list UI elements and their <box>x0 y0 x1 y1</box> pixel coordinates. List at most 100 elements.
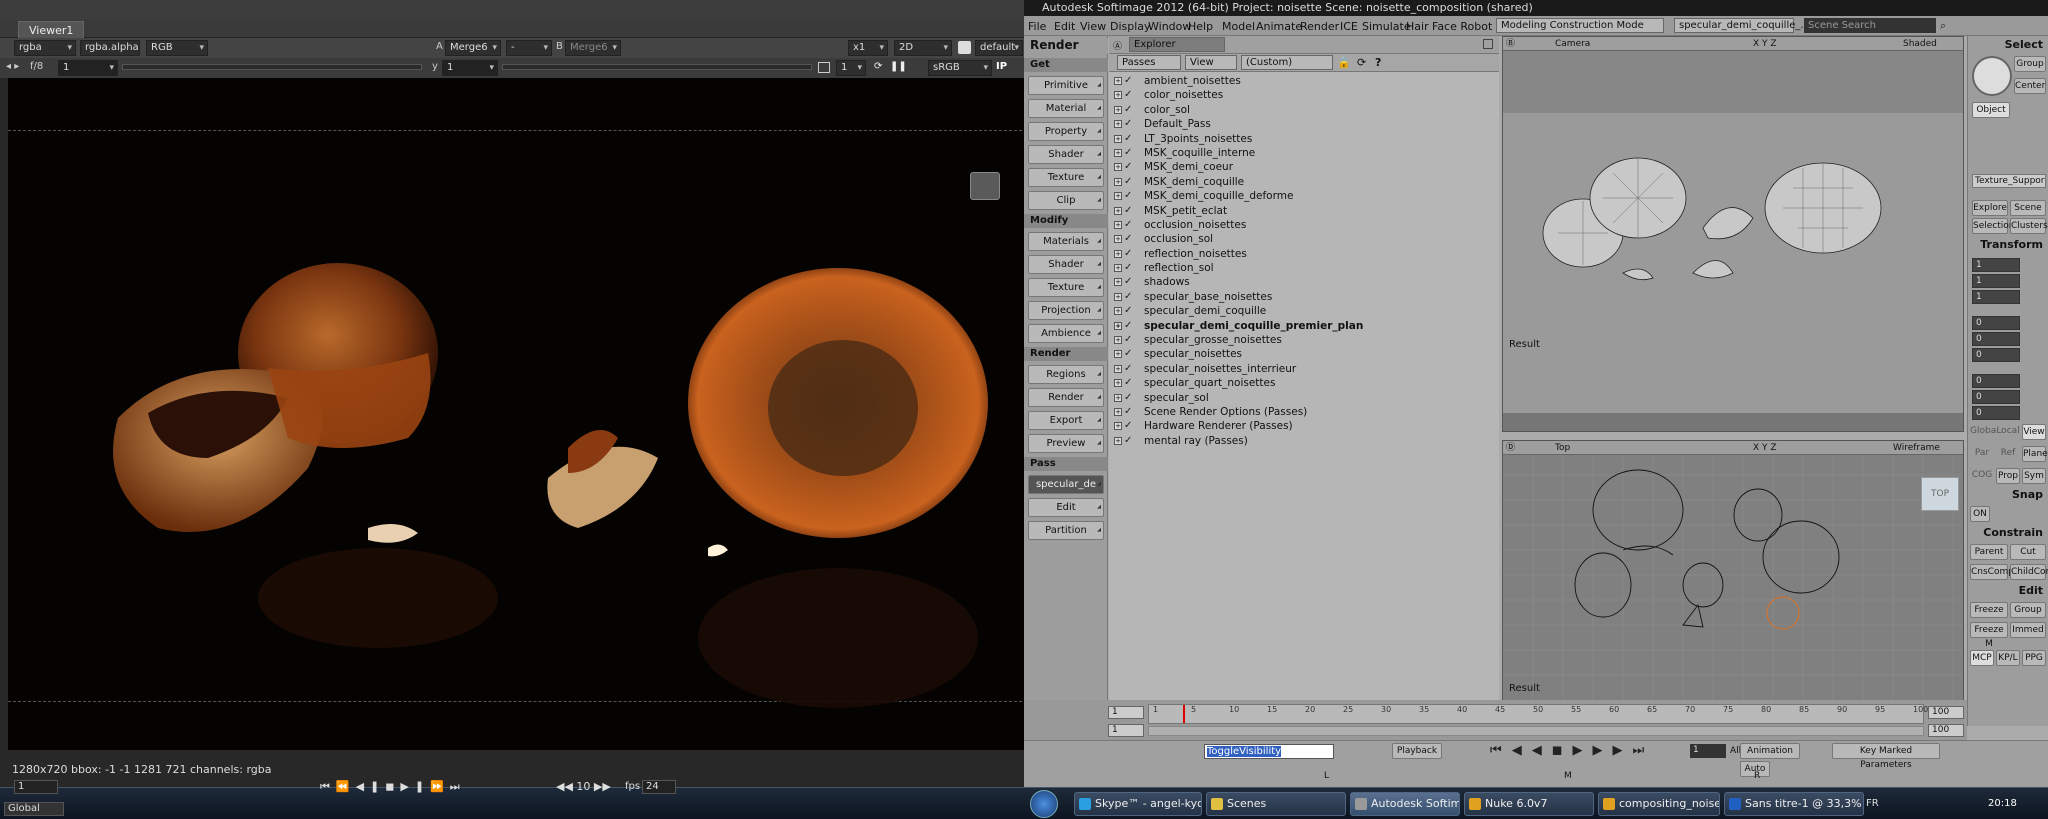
expand-icon[interactable]: + <box>1114 235 1122 244</box>
explorer-item[interactable]: + ✓ specular_noisettes_interrieur <box>1109 362 1499 376</box>
viewport-camera[interactable]: Ⓑ Camera X Y Z Shaded Result <box>1502 36 1964 432</box>
timeline-end-field[interactable]: 100 <box>1928 706 1964 719</box>
expand-icon[interactable]: + <box>1114 134 1122 143</box>
expand-icon[interactable]: + <box>1114 422 1122 431</box>
maximize-icon[interactable] <box>1483 39 1493 49</box>
sym-button[interactable]: Sym <box>2022 468 2046 484</box>
explorer-item[interactable]: + ✓ reflection_noisettes <box>1109 247 1499 261</box>
menu-simulate[interactable]: Simulate <box>1362 20 1411 33</box>
frame-step-field[interactable]: 10 <box>576 780 590 793</box>
scope-dropdown[interactable]: Global <box>4 802 64 816</box>
gain-field[interactable]: 1 <box>58 60 118 76</box>
shader-button[interactable]: Shader <box>1028 145 1104 164</box>
scope-passes-dropdown[interactable]: Passes <box>1117 55 1181 70</box>
expand-icon[interactable]: + <box>1114 264 1122 273</box>
par-button[interactable]: Par <box>1970 446 1994 462</box>
mcp-tab[interactable]: MCP <box>1970 650 1994 666</box>
viewport-top[interactable]: Ⓓ Top X Y Z Wireframe TOP Result <box>1502 440 1964 702</box>
explorer-item[interactable]: + ✓ MSK_demi_coeur <box>1109 160 1499 174</box>
cnscomp-button[interactable]: CnsComp <box>1970 564 2014 580</box>
viewer-tab[interactable]: Viewer1 <box>18 21 85 38</box>
task-nuke[interactable]: Nuke 6.0v7 <box>1464 792 1594 816</box>
rotate-z-field[interactable]: 0 <box>1972 348 2020 362</box>
expand-icon[interactable]: + <box>1114 307 1122 316</box>
explorer-item[interactable]: + ✓ MSK_coquille_interne <box>1109 146 1499 160</box>
export-button[interactable]: Export <box>1028 411 1104 430</box>
timeline-ruler[interactable]: 1 5 10 15 20 25 30 35 40 45 50 55 60 65 70 75 80 85 90 95 10… <box>1148 704 1928 724</box>
task-compositing[interactable]: compositing_noisett... <box>1598 792 1720 816</box>
view-cube[interactable]: TOP <box>1921 477 1959 511</box>
explorer-dropdown[interactable]: Explorer <box>1129 37 1225 52</box>
translate-x-field[interactable]: 0 <box>1972 374 2020 388</box>
gamma-field[interactable]: 1 <box>442 60 498 76</box>
expand-icon[interactable]: + <box>1114 292 1122 301</box>
cut-button[interactable]: Cut <box>2010 544 2046 560</box>
center-button[interactable]: Center <box>2014 78 2046 94</box>
explorer-item[interactable]: + ✓ specular_sol <box>1109 391 1499 405</box>
scale-y-field[interactable]: 1 <box>1972 274 2020 288</box>
expand-icon[interactable]: + <box>1114 163 1122 172</box>
camera-dropdown[interactable]: Camera <box>1555 37 1590 51</box>
menu-hair[interactable]: Hair <box>1406 20 1429 33</box>
refresh-icon[interactable]: ⟳ <box>874 61 882 72</box>
expand-icon[interactable]: + <box>1114 177 1122 186</box>
explorer-item[interactable]: + ✓ Default_Pass <box>1109 117 1499 131</box>
object-button[interactable]: Object <box>1972 102 2010 118</box>
a-input-dropdown[interactable]: Merge6 <box>445 40 501 56</box>
current-pass-dropdown[interactable]: specular_de <box>1028 475 1104 494</box>
expand-icon[interactable]: + <box>1114 148 1122 157</box>
explorer-item[interactable]: + ✓ MSK_demi_coquille_deforme <box>1109 189 1499 203</box>
playhead[interactable] <box>1183 705 1185 723</box>
lock-icon[interactable] <box>958 41 971 54</box>
clip-button[interactable]: Clip <box>1028 191 1104 210</box>
expand-icon[interactable]: + <box>1114 407 1122 416</box>
gamma-slider[interactable] <box>502 64 812 70</box>
scene-button[interactable]: Scene <box>2010 200 2046 216</box>
scale-x-field[interactable]: 1 <box>1972 258 2020 272</box>
modify-shader-button[interactable]: Shader <box>1028 255 1104 274</box>
cog-button[interactable]: COG <box>1970 468 1994 484</box>
ppg-tab[interactable]: PPG <box>2022 650 2046 666</box>
expand-icon[interactable]: + <box>1114 77 1122 85</box>
translate-z-field[interactable]: 0 <box>1972 406 2020 420</box>
expand-icon[interactable]: + <box>1114 350 1122 359</box>
pass-edit-button[interactable]: Edit <box>1028 498 1104 517</box>
selection-button[interactable]: Selection <box>1972 218 2014 234</box>
scale-z-field[interactable]: 1 <box>1972 290 2020 304</box>
select-group-button[interactable]: Group <box>2014 56 2046 72</box>
lut-dropdown[interactable]: default <box>975 40 1023 56</box>
pin-icon[interactable]: Ⓐ <box>1113 39 1122 52</box>
expand-icon[interactable]: + <box>1114 120 1122 129</box>
clock[interactable]: 20:18 <box>1988 798 2017 809</box>
expand-icon[interactable]: + <box>1114 220 1122 229</box>
colorspace-dropdown[interactable]: sRGB <box>928 60 992 76</box>
toolbar-title[interactable]: Render <box>1024 38 1108 54</box>
lock-icon[interactable]: 🔒 <box>1337 56 1351 69</box>
explore-button[interactable]: Explore <box>1972 200 2008 216</box>
explorer-item[interactable]: + ✓ specular_grosse_noisettes <box>1109 333 1499 347</box>
timeline-start-field[interactable]: 1 <box>1108 706 1144 719</box>
snap-on-button[interactable]: ON <box>1970 506 1990 522</box>
rotate-x-field[interactable]: 0 <box>1972 316 2020 330</box>
step-controls[interactable]: ◀◀ 10 ▶▶ <box>556 780 616 794</box>
prop-button[interactable]: Prop <box>1996 468 2020 484</box>
expand-icon[interactable]: + <box>1114 336 1122 345</box>
menu-display[interactable]: Display <box>1110 20 1151 33</box>
fstop-arrows-icon[interactable]: ◂ ▸ <box>6 61 19 72</box>
fps-field[interactable]: 24 <box>642 780 676 794</box>
primitive-button[interactable]: Primitive <box>1028 76 1104 95</box>
task-scenes[interactable]: Scenes <box>1206 792 1346 816</box>
explorer-item[interactable]: + ✓ occlusion_sol <box>1109 232 1499 246</box>
help-icon[interactable]: ? <box>1375 56 1381 69</box>
frame-field[interactable]: 1 <box>14 780 58 794</box>
expand-icon[interactable]: + <box>1114 379 1122 388</box>
menu-edit[interactable]: Edit <box>1054 20 1075 33</box>
expand-icon[interactable]: + <box>1114 436 1122 445</box>
local-button[interactable]: Local <box>1996 424 2020 440</box>
display-mode-dropdown[interactable]: Shaded <box>1903 37 1937 51</box>
material-button[interactable]: Material <box>1028 99 1104 118</box>
view-dropdown[interactable]: View <box>1185 55 1237 70</box>
freeze-button[interactable]: Freeze <box>1970 602 2008 618</box>
expand-icon[interactable]: + <box>1114 393 1122 402</box>
node-badge-icon[interactable] <box>970 172 1000 200</box>
